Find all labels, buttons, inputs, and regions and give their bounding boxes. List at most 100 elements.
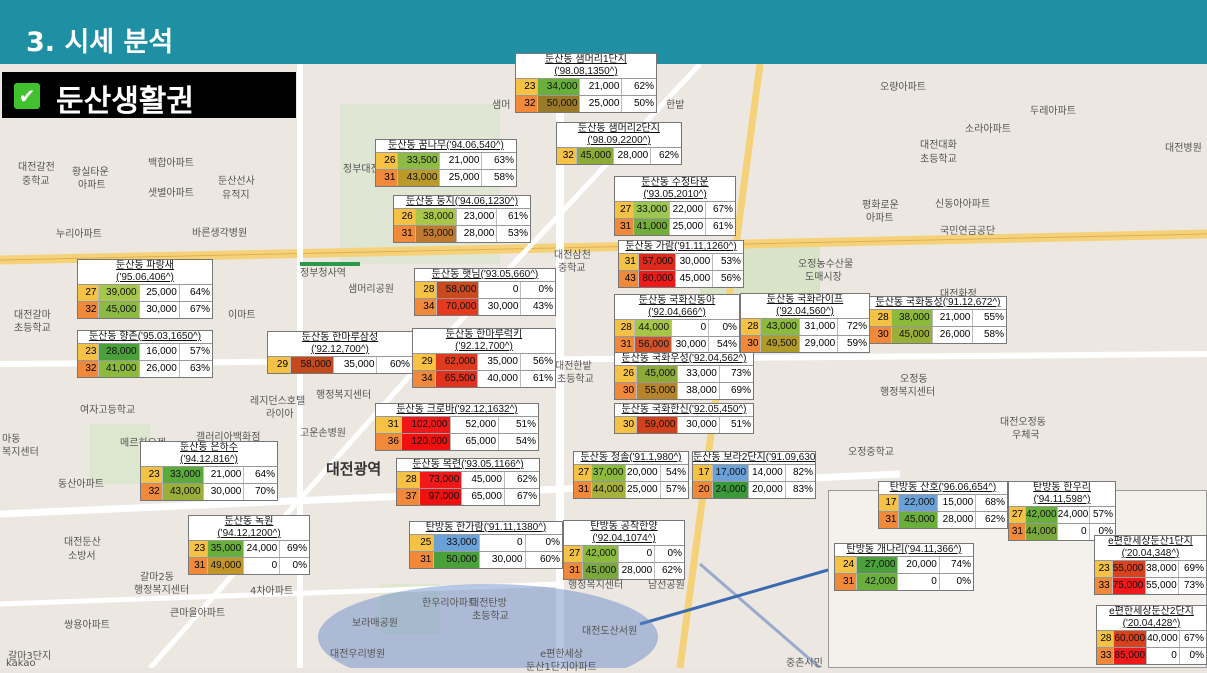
ratio-cell: 55%	[983, 312, 1004, 323]
complex-name: 탄방동 한가람('91.11,1380^)	[425, 522, 547, 533]
sale-price-cell: 17,000	[712, 465, 750, 481]
map-label: 초등학교	[14, 323, 51, 334]
ratio-cell: 0%	[292, 560, 307, 571]
complex-info: ('92.04,560^)	[776, 306, 834, 317]
complex-name: 둔산동 샘머리2단지	[578, 123, 660, 134]
map-label: 라이아	[266, 409, 294, 420]
ratio-cell: 61%	[532, 373, 553, 384]
map-label: 보라매공원	[352, 618, 398, 629]
ratio-cell: 57%	[1092, 509, 1113, 520]
jeonse-price-cell: 0	[480, 535, 526, 551]
sale-price-cell: 38,000	[415, 209, 457, 225]
complex-name: 둔산동 목련('93.05,1166^)	[412, 459, 524, 470]
size-cell: 28	[615, 320, 635, 336]
complex-name: e편한세상둔산1단지	[1108, 536, 1193, 547]
map-label: 아파트	[866, 213, 894, 224]
map-label: 둔산선사	[218, 176, 255, 187]
price-row: 23 33,000 21,000 64%	[141, 466, 277, 483]
price-row: 23 34,000 21,000 62%	[516, 78, 656, 95]
sale-price-cell: 43,000	[398, 170, 441, 186]
price-row: 28 60,000 40,000 67%	[1097, 630, 1206, 647]
complex-name: 둔산동 은하수	[180, 442, 238, 453]
size-cell: 17	[879, 495, 900, 511]
jeonse-price-cell: 35,000	[478, 354, 521, 370]
size-cell: 27	[1009, 507, 1026, 523]
price-row: 23 35,000 24,000 69%	[189, 540, 309, 557]
sale-price-cell: 97,000	[419, 489, 463, 505]
size-cell: 24	[835, 557, 858, 573]
sale-price-cell: 45,000	[637, 366, 679, 382]
price-row: 23 55,000 38,000 69%	[1095, 560, 1206, 577]
complex-name: 둔산동 수정타운	[641, 177, 709, 188]
size-cell: 20	[693, 482, 713, 498]
price-row: 20 24,000 20,000 83%	[693, 481, 815, 498]
sale-price-cell: 34,000	[538, 79, 581, 95]
size-cell: 28	[397, 472, 420, 488]
jeonse-price-cell: 14,000	[749, 465, 786, 481]
sale-price-cell: 39,000	[99, 285, 140, 301]
price-row: 32 43,000 30,000 70%	[141, 483, 277, 500]
map-label: 누리아파트	[56, 229, 102, 240]
price-card: 둔산동 국화동성('91.12,672^) 28 38,000 21,000 55% 30…	[869, 296, 1007, 344]
ratio-cell: 67%	[712, 204, 733, 215]
price-card: 탄방동 산호('96.06,654^) 17 22,000 15,000 68% 31 45…	[878, 481, 1008, 529]
ratio-cell: 74%	[950, 559, 971, 570]
sale-price-cell: 120,000	[401, 434, 451, 450]
sale-price-cell: 102,000	[401, 417, 451, 433]
jeonse-price-cell: 30,000	[479, 299, 522, 315]
price-row: 43 80,000 45,000 56%	[619, 270, 743, 287]
price-row: 31 43,000 25,000 58%	[376, 169, 516, 186]
map-label: 대전갈전	[18, 162, 55, 173]
ratio-cell: 56%	[720, 273, 741, 284]
price-card: 둔산동 햇님('93.05,660^) 28 58,000 0 0% 34 70,000 30…	[414, 268, 556, 316]
jeonse-price-cell: 16,000	[140, 344, 180, 360]
jeonse-price-cell: 26,000	[140, 361, 180, 377]
size-cell: 25	[410, 535, 435, 551]
price-row: 31 50,000 30,000 60%	[410, 551, 562, 568]
price-card: 둔산동 국화신동아 ('92.04,666^) 28 44,000 0 0% 31 56,00…	[614, 294, 740, 354]
sale-price-cell: 65,500	[435, 371, 479, 387]
map-label: 이마트	[228, 310, 256, 321]
size-cell: 31	[376, 417, 402, 433]
complex-name: 둔산동 향촌('95.03,1650^)	[88, 331, 202, 342]
sale-price-cell: 37,000	[592, 465, 627, 481]
map-label: 대전둔산	[64, 537, 101, 548]
complex-name: 둔산동 크로바('92.12,1632^)	[396, 404, 518, 415]
size-cell: 30	[741, 336, 762, 352]
slide-title: 3. 시세 분석	[26, 27, 174, 58]
map-label: 대전광역	[326, 460, 382, 478]
jeonse-price-cell: 24,000	[244, 541, 281, 557]
size-cell: 17	[693, 465, 713, 481]
size-cell: 23	[189, 541, 209, 557]
sale-price-cell: 59,000	[637, 417, 679, 433]
complex-info: ('20.04,348^)	[1121, 548, 1180, 559]
map-label: 행정복지센터	[880, 387, 936, 398]
price-card: e편한세상둔산2단지 ('20.04,428^) 28 60,000 40,000 67%…	[1096, 605, 1207, 665]
price-row: 31 53,000 28,000 53%	[394, 225, 530, 242]
ratio-cell: 62%	[516, 474, 537, 485]
jeonse-price-cell: 33,000	[678, 366, 720, 382]
map-label: 오정중학교	[848, 447, 894, 458]
price-card: 둔산동 크로바('92.12,1632^) 31 102,000 52,000 51% 3…	[375, 403, 539, 451]
price-card: 둔산동 청솔('91.1,980^) 27 37,000 20,000 54% 31 44,…	[573, 451, 689, 499]
price-row: 26 38,000 23,000 61%	[394, 208, 530, 225]
complex-name: 탄방동 개나리('94.11,366^)	[846, 544, 962, 555]
sale-price-cell: 56,000	[634, 337, 673, 353]
ratio-cell: 0%	[545, 537, 560, 548]
ratio-cell: 61%	[507, 211, 528, 222]
ratio-cell: 0%	[667, 548, 682, 559]
price-row: 32 41,000 26,000 63%	[78, 360, 212, 377]
size-cell: 31	[376, 170, 399, 186]
sale-price-cell: 44,000	[592, 482, 627, 498]
jeonse-price-cell: 25,000	[440, 170, 483, 186]
size-cell: 26	[615, 366, 638, 382]
complex-name: 둔산동 가람('91.11,1260^)	[625, 241, 737, 252]
size-cell: 23	[78, 344, 100, 360]
map-label: 국민연금공단	[940, 226, 996, 237]
ratio-cell: 54%	[665, 467, 686, 478]
price-card: 둔산동 국화한신('92.05,450^) 30 59,000 30,000 51%	[614, 403, 754, 434]
price-row: 33 75,000 55,000 73%	[1095, 577, 1206, 594]
map-label: 도매시장	[805, 272, 842, 283]
complex-name: 둔산동 한마루럭키	[445, 329, 523, 340]
jeonse-price-cell: 28,000	[457, 226, 498, 242]
